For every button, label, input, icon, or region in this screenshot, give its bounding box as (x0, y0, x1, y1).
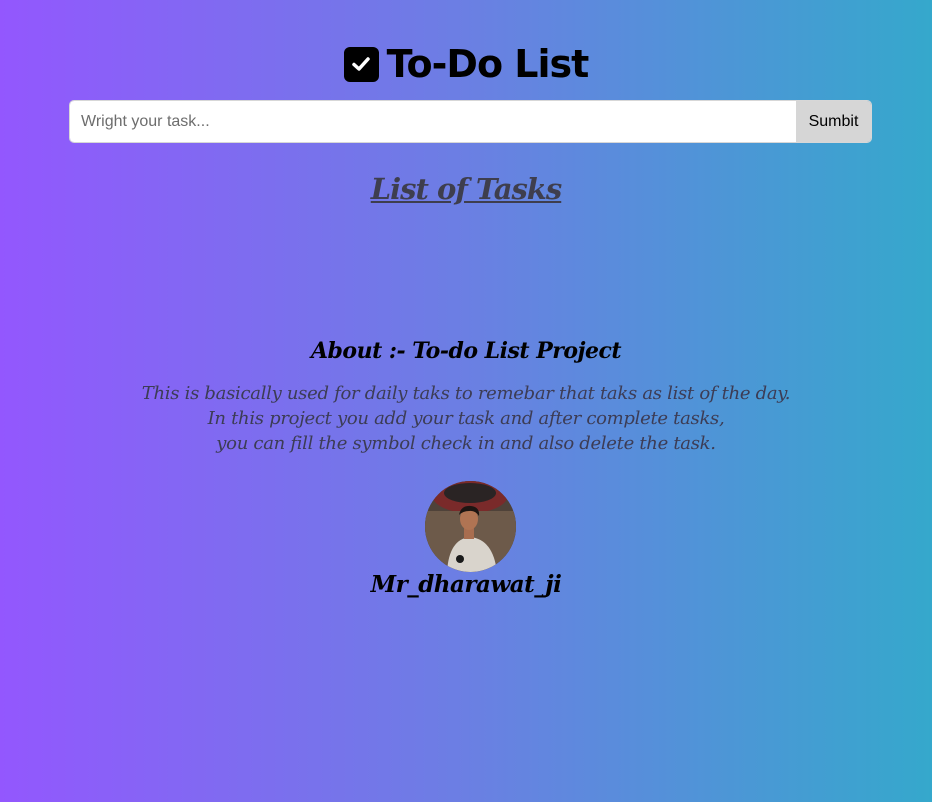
about-line: In this project you add your task and af… (207, 408, 725, 429)
task-form: Sumbit (69, 100, 872, 143)
app-title: To-Do List (386, 42, 590, 86)
task-input[interactable] (70, 101, 796, 142)
about-line: you can fill the symbol check in and als… (216, 433, 716, 454)
list-heading: List of Tasks (370, 172, 562, 206)
submit-button[interactable]: Sumbit (796, 101, 871, 142)
app-header: To-Do List (0, 42, 932, 86)
about-title: About :- To-do List Project (310, 338, 622, 364)
check-square-icon (343, 46, 379, 82)
about-description: This is basically used for daily taks to… (0, 381, 932, 456)
about-line: This is basically used for daily taks to… (141, 383, 791, 404)
author-avatar (425, 481, 516, 572)
author-name: Mr_dharawat_ji (370, 571, 562, 598)
